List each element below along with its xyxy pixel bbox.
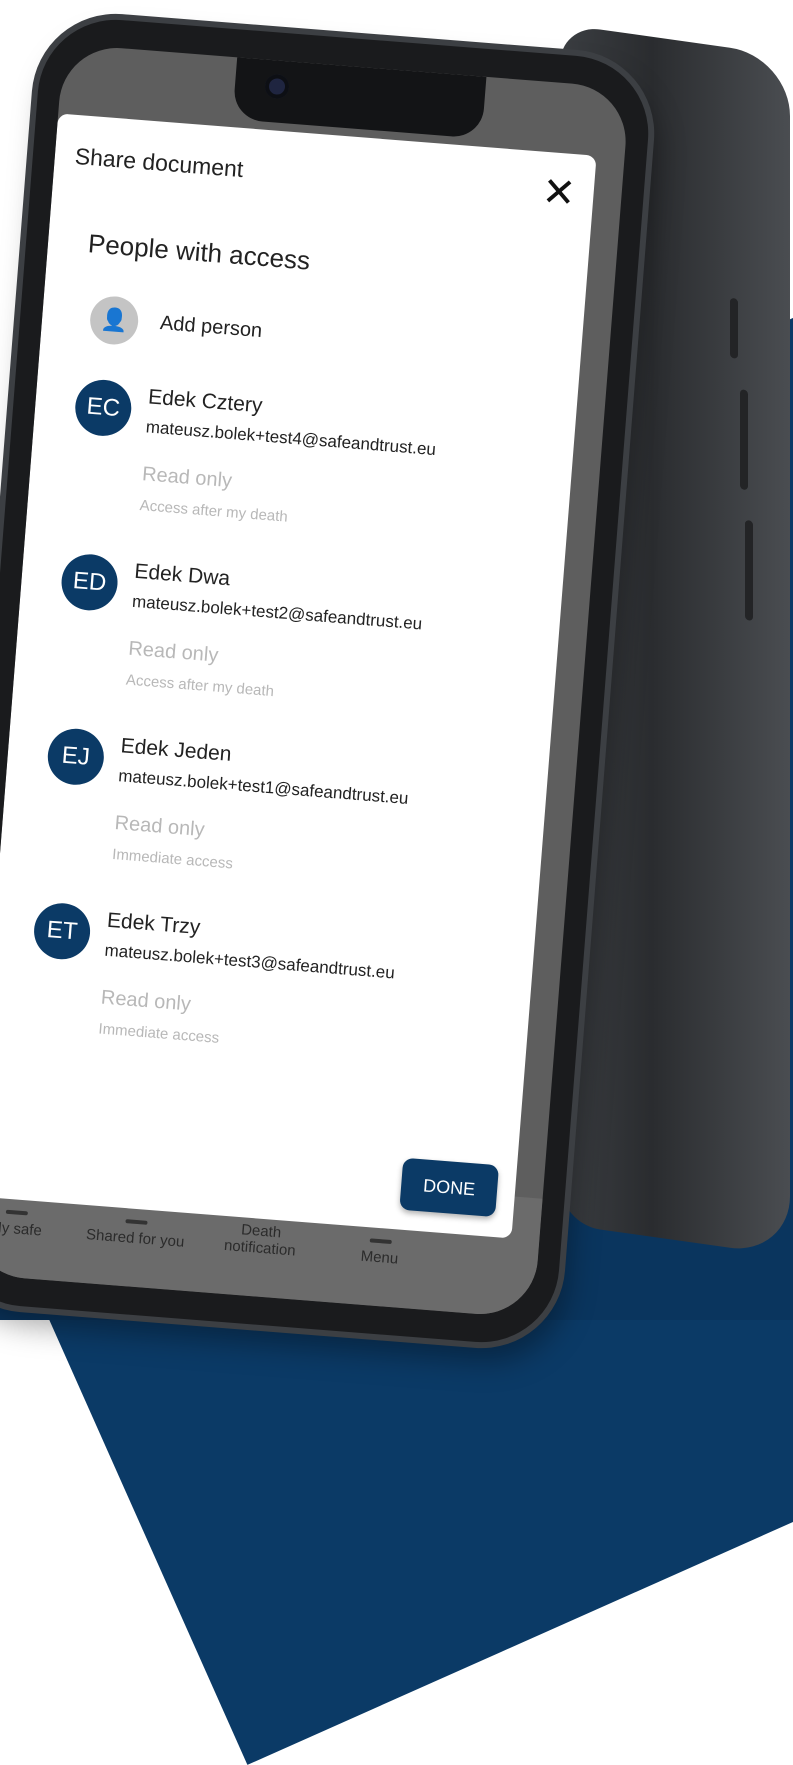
share-dialog: Share document ✕ People with access 👤 Ad… bbox=[0, 113, 597, 1239]
camera-icon bbox=[264, 73, 290, 100]
person-access[interactable]: Immediate access bbox=[98, 1020, 220, 1046]
add-person-button[interactable]: 👤 Add person bbox=[88, 294, 391, 368]
safe-icon bbox=[5, 1209, 29, 1216]
done-button[interactable]: DONE bbox=[399, 1157, 500, 1218]
add-person-icon: 👤 bbox=[88, 294, 140, 347]
add-person-label: Add person bbox=[159, 312, 263, 343]
side-button bbox=[745, 519, 753, 621]
person-role[interactable]: Read only bbox=[128, 638, 220, 668]
avatar: EC bbox=[73, 377, 134, 438]
phone: My safe Shared for you Death notificatio… bbox=[0, 14, 655, 1349]
person-name: Edek Dwa bbox=[133, 559, 231, 591]
person-access[interactable]: Access after my death bbox=[139, 497, 288, 526]
person-email: mateusz.bolek+test2@safeandtrust.eu bbox=[131, 591, 423, 634]
person-access[interactable]: Access after my death bbox=[125, 672, 274, 701]
person-access[interactable]: Immediate access bbox=[112, 846, 234, 872]
avatar: ED bbox=[59, 552, 120, 613]
person-name: Edek Cztery bbox=[147, 385, 264, 418]
person-name: Edek Trzy bbox=[106, 908, 202, 940]
person-item[interactable]: EJ Edek Jeden mateusz.bolek+test1@safean… bbox=[38, 726, 469, 919]
dialog-title: Share document bbox=[73, 142, 245, 183]
person-item[interactable]: ED Edek Dwa mateusz.bolek+test2@safeandt… bbox=[51, 552, 482, 744]
close-icon[interactable]: ✕ bbox=[540, 170, 577, 216]
person-email: mateusz.bolek+test3@safeandtrust.eu bbox=[103, 940, 396, 983]
share-icon bbox=[125, 1219, 148, 1225]
person-name: Edek Jeden bbox=[119, 734, 233, 766]
person-email: mateusz.bolek+test1@safeandtrust.eu bbox=[117, 766, 410, 808]
avatar: ET bbox=[31, 901, 93, 962]
nav-shared-for-you[interactable]: Shared for you bbox=[80, 1216, 192, 1252]
person-email: mateusz.bolek+test4@safeandtrust.eu bbox=[145, 417, 437, 460]
person-item[interactable]: ET Edek Trzy mateusz.bolek+test3@safeand… bbox=[24, 901, 455, 1093]
nav-menu[interactable]: Menu bbox=[349, 1237, 411, 1269]
side-button bbox=[730, 297, 738, 359]
person-role[interactable]: Read only bbox=[141, 463, 233, 493]
person-role[interactable]: Read only bbox=[100, 987, 192, 1017]
menu-icon bbox=[369, 1238, 392, 1245]
phone-screen: My safe Shared for you Death notificatio… bbox=[0, 43, 630, 1319]
avatar: EJ bbox=[45, 726, 106, 787]
nav-my-safe[interactable]: My safe bbox=[0, 1208, 52, 1240]
section-title: People with access bbox=[86, 228, 312, 276]
side-button bbox=[740, 389, 748, 491]
person-role[interactable]: Read only bbox=[114, 812, 206, 842]
person-item[interactable]: EC Edek Cztery mateusz.bolek+test4@safea… bbox=[65, 377, 496, 570]
